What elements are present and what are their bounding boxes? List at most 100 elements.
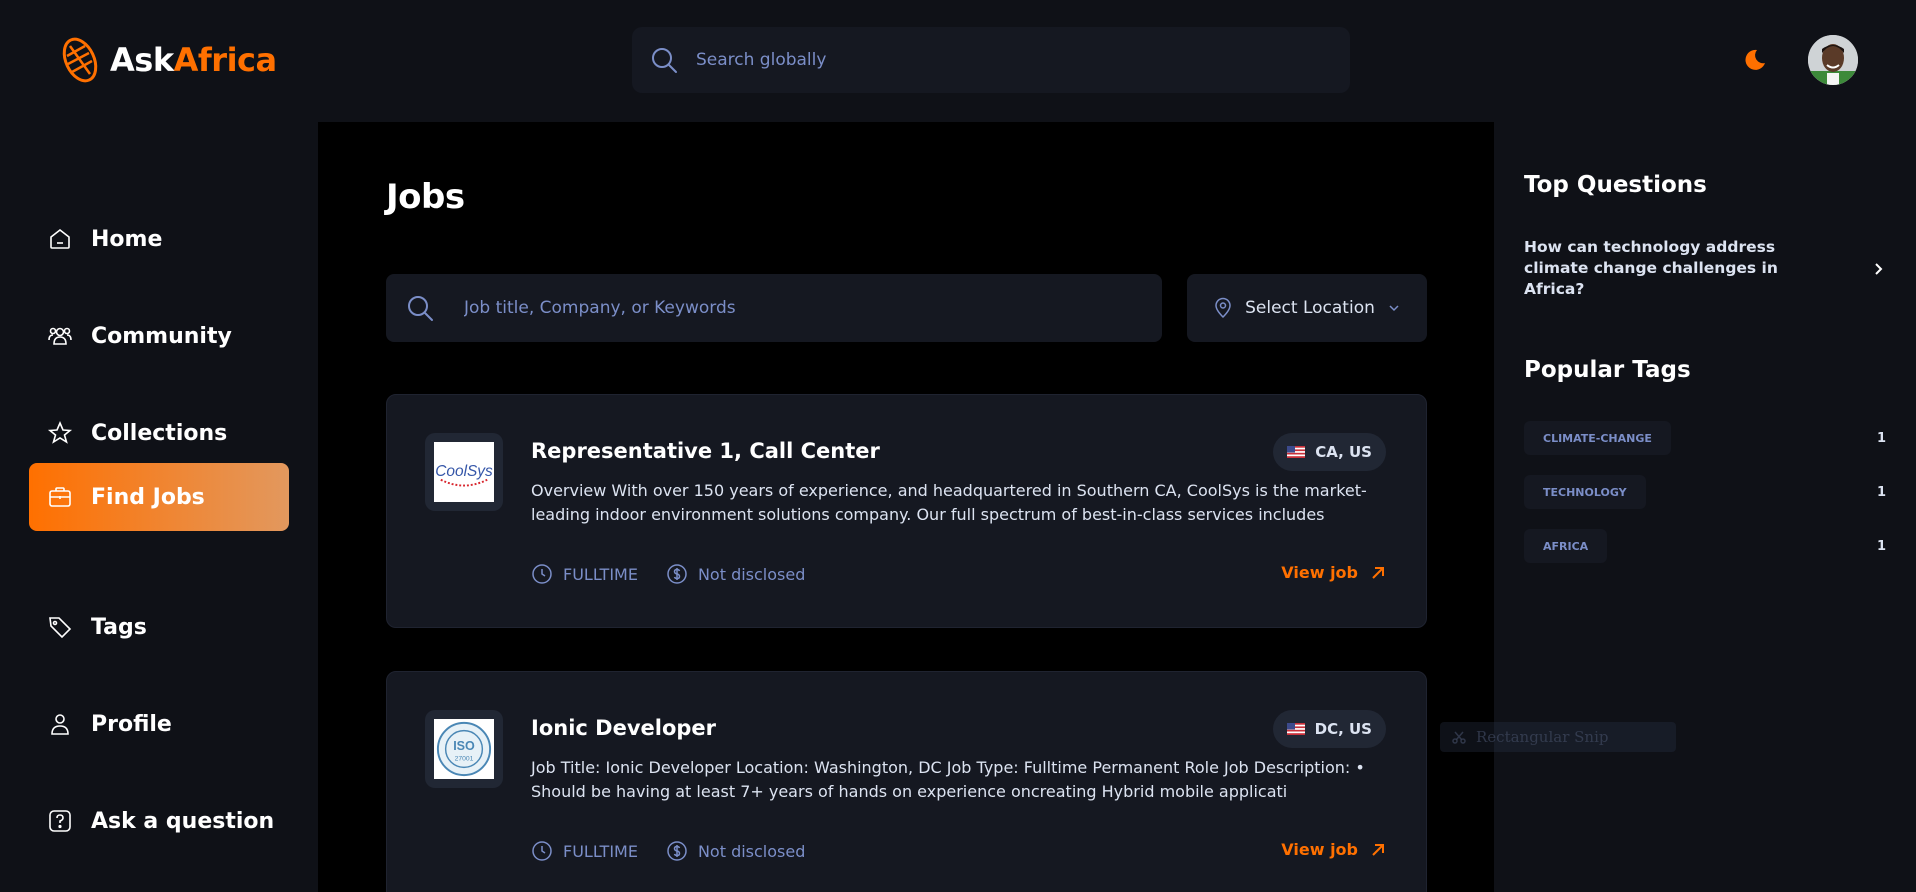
user-avatar[interactable] xyxy=(1808,35,1858,85)
top-questions-title: Top Questions xyxy=(1524,172,1707,198)
iso-logo-image: ISO 27001 xyxy=(436,721,492,777)
tag-icon xyxy=(49,617,72,639)
location-badge: CA, US xyxy=(1273,433,1386,471)
chevron-down-icon xyxy=(1389,305,1399,312)
sidebar-item-label: Home xyxy=(91,226,163,252)
page-title: Jobs xyxy=(386,177,465,217)
global-search-bar xyxy=(632,27,1350,93)
job-card: ISO 27001 Ionic Developer DC, US Job Tit… xyxy=(386,671,1427,892)
sidebar-item-ask-question[interactable]: Ask a question xyxy=(29,787,289,855)
view-job-link[interactable]: View job xyxy=(1281,840,1386,859)
coolsys-logo: CoolSys xyxy=(434,442,494,502)
question-icon xyxy=(49,810,71,832)
moon-icon xyxy=(1745,49,1765,70)
popular-tags-title: Popular Tags xyxy=(1524,357,1691,383)
sidebar-item-find-jobs[interactable]: Find Jobs xyxy=(29,463,289,531)
job-salary: Not disclosed xyxy=(666,563,805,585)
tag-row: CLIMATE-CHANGE 1 xyxy=(1524,421,1886,455)
sidebar-item-tags[interactable]: Tags xyxy=(29,593,289,661)
home-icon xyxy=(50,228,70,249)
location-badge-text: CA, US xyxy=(1315,443,1372,461)
user-icon xyxy=(51,714,69,735)
logo-icon xyxy=(62,37,98,83)
tag-row: AFRICA 1 xyxy=(1524,529,1886,563)
sidebar-item-label: Community xyxy=(91,323,232,349)
tag-count: 1 xyxy=(1876,484,1886,500)
job-meta: FULLTIME Not disclosed xyxy=(531,563,805,585)
tag-chip[interactable]: TECHNOLOGY xyxy=(1524,475,1646,509)
job-title[interactable]: Representative 1, Call Center xyxy=(531,439,880,463)
job-type: FULLTIME xyxy=(531,563,638,585)
svg-text:27001: 27001 xyxy=(455,756,474,763)
right-sidebar: Top Questions How can technology address… xyxy=(1494,122,1916,892)
sidebar-item-label: Profile xyxy=(91,711,172,737)
briefcase-icon xyxy=(49,487,71,507)
logo-text-africa: Africa xyxy=(173,41,278,79)
search-icon xyxy=(408,296,433,321)
clock-icon xyxy=(532,841,552,861)
theme-toggle-button[interactable] xyxy=(1740,46,1768,74)
job-salary: Not disclosed xyxy=(666,840,805,862)
us-flag-icon xyxy=(1287,446,1306,458)
view-job-label: View job xyxy=(1281,563,1358,582)
iso-logo: ISO 27001 xyxy=(434,719,494,779)
top-bar: AskAfrica xyxy=(0,0,1916,122)
job-type: FULLTIME xyxy=(531,840,638,862)
snip-tooltip-text: Rectangular Snip xyxy=(1476,728,1609,746)
top-question-text: How can technology address climate chang… xyxy=(1524,238,1778,298)
job-meta: FULLTIME Not disclosed xyxy=(531,840,805,862)
arrow-up-right-icon xyxy=(1372,566,1384,579)
global-search-input[interactable] xyxy=(696,50,1296,70)
logo-text: AskAfrica xyxy=(110,41,277,79)
sidebar-item-collections[interactable]: Collections xyxy=(29,399,289,467)
tag-count: 1 xyxy=(1876,430,1886,446)
top-question-item[interactable]: How can technology address climate chang… xyxy=(1524,237,1886,300)
map-pin-icon xyxy=(1215,297,1231,319)
coolsys-logo-image: CoolSys xyxy=(435,463,493,487)
avatar-image xyxy=(1808,35,1858,85)
location-select-label: Select Location xyxy=(1245,298,1375,318)
snip-tooltip-ghost: Rectangular Snip xyxy=(1440,722,1676,752)
sidebar-item-label: Find Jobs xyxy=(91,484,205,510)
sidebar-item-profile[interactable]: Profile xyxy=(29,690,289,758)
company-logo: CoolSys xyxy=(425,433,503,511)
sidebar-item-label: Tags xyxy=(91,614,147,640)
svg-text:ISO: ISO xyxy=(453,739,475,753)
job-search-input[interactable] xyxy=(464,298,1124,318)
us-flag-icon xyxy=(1286,723,1305,735)
job-type-label: FULLTIME xyxy=(563,564,638,584)
sidebar-item-label: Collections xyxy=(91,420,228,446)
job-search-bar xyxy=(386,274,1162,342)
clock-icon xyxy=(532,564,552,584)
dollar-icon xyxy=(667,841,687,861)
job-salary-label: Not disclosed xyxy=(697,564,806,584)
sidebar-item-community[interactable]: Community xyxy=(29,302,289,370)
main-content: Jobs Select Location CoolSys Representat… xyxy=(318,122,1494,892)
tag-count: 1 xyxy=(1876,538,1886,554)
left-sidebar: Home Community Collections Find Jobs Tag… xyxy=(0,122,318,892)
svg-text:CoolSys: CoolSys xyxy=(435,463,493,480)
location-select[interactable]: Select Location xyxy=(1187,274,1427,342)
dollar-icon xyxy=(667,564,687,584)
sidebar-item-home[interactable]: Home xyxy=(29,205,289,273)
location-badge-text: DC, US xyxy=(1314,720,1372,738)
job-title[interactable]: Ionic Developer xyxy=(531,716,716,740)
tag-chip[interactable]: AFRICA xyxy=(1524,529,1608,563)
view-job-link[interactable]: View job xyxy=(1281,563,1386,582)
job-description: Job Title: Ionic Developer Location: Was… xyxy=(531,758,1365,801)
job-card: CoolSys Representative 1, Call Center CA… xyxy=(386,394,1427,628)
job-salary-label: Not disclosed xyxy=(697,841,806,861)
arrow-up-right-icon xyxy=(1372,843,1384,856)
search-icon xyxy=(652,48,677,73)
location-badge: DC, US xyxy=(1272,710,1386,748)
app-logo[interactable]: AskAfrica xyxy=(56,34,277,86)
users-icon xyxy=(48,327,72,345)
job-type-label: FULLTIME xyxy=(563,841,638,861)
sidebar-item-label: Ask a question xyxy=(91,808,275,834)
view-job-label: View job xyxy=(1281,840,1358,859)
scissors-icon xyxy=(1452,731,1466,744)
star-icon xyxy=(47,420,73,444)
tag-chip[interactable]: CLIMATE-CHANGE xyxy=(1524,421,1671,455)
chevron-right-icon xyxy=(1875,262,1883,275)
company-logo: ISO 27001 xyxy=(425,710,503,788)
